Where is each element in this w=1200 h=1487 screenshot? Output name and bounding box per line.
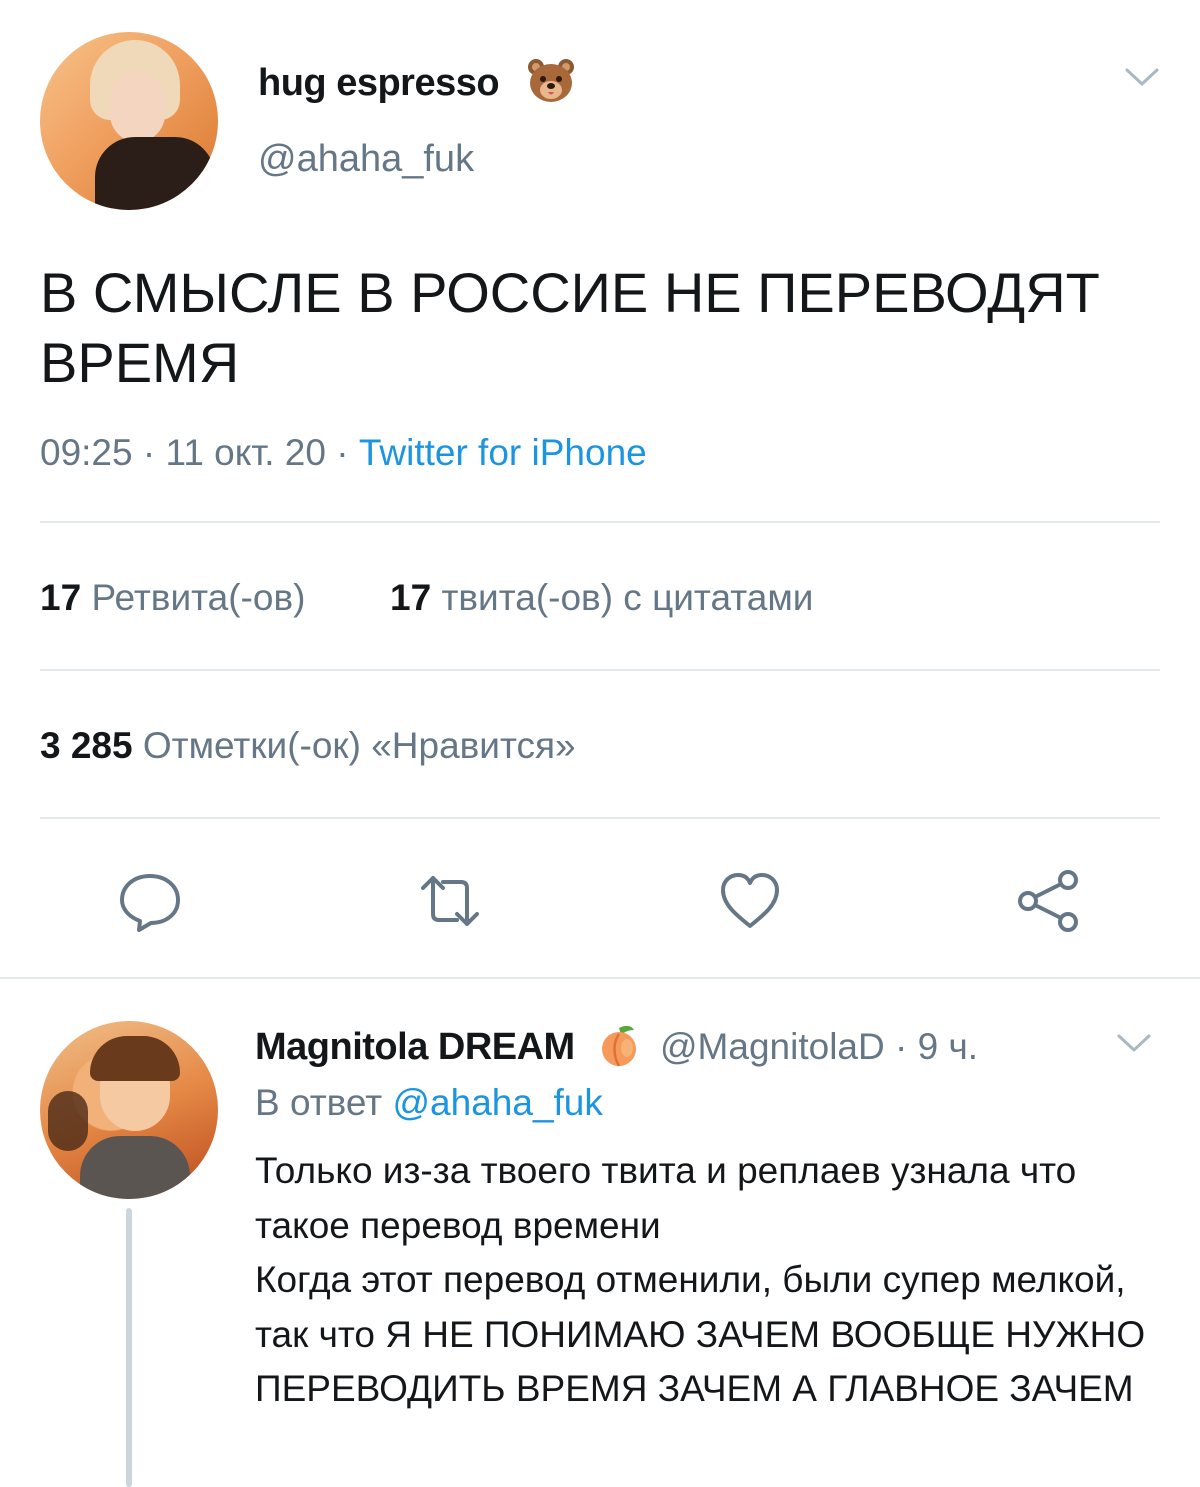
retweets-label: Ретвита(-ов) — [91, 577, 306, 618]
share-icon[interactable] — [1013, 866, 1083, 936]
bear-face-icon — [528, 59, 574, 102]
retweets-count: 17 — [40, 577, 82, 618]
quotes-stat[interactable]: 17 твита(-ов) с цитатами — [390, 577, 813, 619]
reply-to-mention-link[interactable]: @ahaha_fuk — [393, 1082, 603, 1123]
meta-separator: · — [884, 1026, 918, 1067]
meta-separator: · — [325, 432, 359, 473]
peach-icon — [602, 1025, 636, 1067]
reply-author-display-name[interactable]: Magnitola DREAM — [255, 1026, 575, 1069]
chevron-down-icon[interactable] — [1124, 66, 1160, 88]
reply-author-avatar[interactable] — [40, 1021, 218, 1199]
author-avatar[interactable] — [40, 32, 218, 210]
author-display-name[interactable]: hug espresso — [258, 62, 500, 105]
author-handle[interactable]: @ahaha_fuk — [258, 138, 474, 181]
meta-separator: · — [132, 432, 166, 473]
reply-meta: @MagnitolaD · 9 ч. — [660, 1026, 978, 1068]
likes-count: 3 285 — [40, 725, 133, 766]
divider — [40, 669, 1160, 671]
divider — [0, 977, 1200, 979]
tweet-date[interactable]: 11 окт. 20 — [165, 432, 325, 473]
reply-time[interactable]: 9 ч. — [918, 1026, 978, 1067]
reply-to-line: В ответ @ahaha_fuk — [255, 1082, 603, 1124]
quotes-count: 17 — [390, 577, 432, 618]
like-icon[interactable] — [715, 866, 785, 936]
tweet-source-link[interactable]: Twitter for iPhone — [359, 432, 647, 473]
quotes-label: твита(-ов) с цитатами — [441, 577, 814, 618]
divider — [40, 817, 1160, 819]
tweet-time: 09:25 — [40, 432, 133, 473]
retweet-icon[interactable] — [415, 866, 485, 936]
reply-icon[interactable] — [115, 866, 185, 936]
tweet-text: В СМЫСЛЕ В РОССИЕ НЕ ПЕРЕВОДЯТ ВРЕМЯ — [40, 261, 1100, 394]
reply-text: Только из-за твоего твита и реплаев узна… — [255, 1150, 1146, 1409]
thread-line — [126, 1208, 132, 1487]
tweet-meta: 09:25 · 11 окт. 20 · Twitter for iPhone — [40, 432, 647, 474]
divider — [40, 521, 1160, 523]
reply-author-handle[interactable]: @MagnitolaD — [660, 1026, 885, 1067]
reply-to-label: В ответ — [255, 1082, 383, 1123]
retweets-stat[interactable]: 17 Ретвита(-ов) — [40, 577, 305, 619]
chevron-down-icon[interactable] — [1116, 1032, 1152, 1054]
likes-label: Отметки(-ок) «Нравится» — [142, 725, 576, 766]
likes-stat[interactable]: 3 285 Отметки(-ок) «Нравится» — [40, 725, 576, 767]
